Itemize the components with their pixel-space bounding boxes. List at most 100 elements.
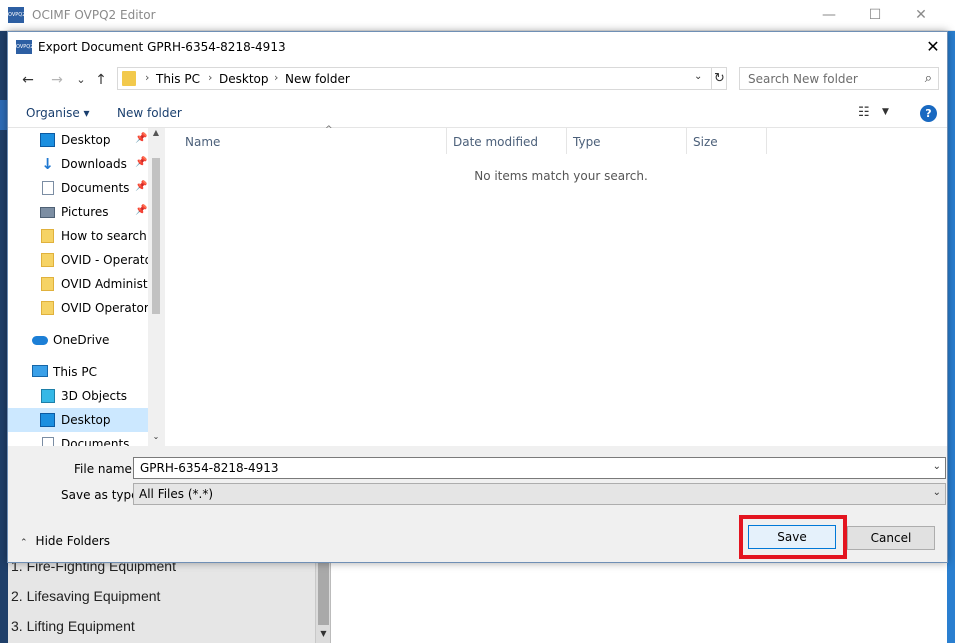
breadcrumb-new-folder[interactable]: New folder	[285, 72, 350, 86]
dialog-close-button[interactable]: ✕	[919, 32, 947, 62]
back-arrow-icon[interactable]: ←	[19, 71, 37, 89]
hide-folders-label: Hide Folders	[35, 534, 111, 548]
app-logo-icon: OVPQ2	[8, 7, 25, 23]
chapter-item[interactable]: 2. Lifesaving Equipment	[11, 588, 301, 604]
scrollbar-thumb[interactable]	[152, 158, 160, 314]
column-header-label: Size	[693, 135, 718, 149]
command-bar: Organise ▾ New folder ☷ ▼ ?	[8, 98, 947, 128]
file-list: Name ^ Date modified Type Size No items …	[165, 125, 947, 446]
breadcrumb-separator-icon: ›	[274, 71, 279, 84]
column-header-size[interactable]: Size	[687, 128, 767, 154]
refresh-icon[interactable]: ↻	[711, 68, 727, 89]
dialog-logo-icon: OVPQ2	[16, 40, 33, 54]
tree-item-documents[interactable]: Documents	[8, 432, 148, 446]
forward-arrow-icon[interactable]: →	[48, 71, 66, 89]
save-button[interactable]: Save	[748, 525, 836, 549]
export-dialog: OVPQ2 Export Document GPRH-6354-8218-491…	[7, 31, 948, 563]
app-right-edge	[947, 31, 955, 643]
navigation-bar: ← → ⌄ ↑ › This PC › Desktop › New folder…	[8, 62, 947, 98]
save-as-type-value: All Files (*.*)	[139, 487, 214, 501]
chevron-down-icon[interactable]: ⌄	[933, 487, 941, 498]
address-bar[interactable]: › This PC › Desktop › New folder ⌄ ↻	[117, 67, 727, 90]
minimize-button[interactable]: —	[806, 0, 852, 31]
file-name-combo[interactable]: ⌄	[133, 457, 946, 479]
tree-item-folder[interactable]: OVID - Operator	[8, 248, 148, 272]
scroll-up-arrow-icon[interactable]: ▲	[148, 128, 164, 142]
save-as-type-select[interactable]: All Files (*.*) ⌄	[133, 483, 946, 505]
help-icon[interactable]: ?	[920, 105, 937, 122]
tree-item-label: Desktop	[61, 413, 111, 427]
tree-item-desktop[interactable]: Desktop 📌	[8, 128, 148, 152]
column-header-date-modified[interactable]: Date modified	[447, 128, 567, 154]
tree-item-this-pc[interactable]: This PC	[8, 360, 148, 384]
organise-menu-button[interactable]: Organise ▾	[26, 106, 90, 120]
dialog-title-bar: OVPQ2 Export Document GPRH-6354-8218-491…	[8, 32, 947, 62]
tree-item-downloads[interactable]: ↓ Downloads 📌	[8, 152, 148, 176]
breadcrumb-this-pc[interactable]: This PC	[156, 72, 200, 86]
column-header-type[interactable]: Type	[567, 128, 687, 154]
tree-item-label: OneDrive	[53, 333, 110, 347]
navigation-pane-scrollbar[interactable]: ▲ ⌄	[148, 128, 164, 446]
up-arrow-icon[interactable]: ↑	[92, 71, 110, 89]
tree-item-label: OVID Operator -	[61, 301, 148, 315]
tree-item-desktop-selected[interactable]: Desktop	[8, 408, 148, 432]
this-pc-icon	[32, 365, 48, 377]
tree-item-label: OVID - Operator	[61, 253, 148, 267]
view-dropdown-icon[interactable]: ▼	[882, 107, 889, 117]
tree-item-folder[interactable]: OVID Administra	[8, 272, 148, 296]
onedrive-icon	[32, 336, 48, 345]
documents-icon	[42, 181, 54, 195]
maximize-button[interactable]: ☐	[852, 0, 898, 31]
tree-item-folder[interactable]: How to search fo	[8, 224, 148, 248]
column-header-name[interactable]: Name ^	[185, 125, 447, 154]
tree-item-pictures[interactable]: Pictures 📌	[8, 200, 148, 224]
scroll-down-arrow-icon[interactable]: ⌄	[148, 432, 164, 446]
empty-message: No items match your search.	[474, 169, 648, 183]
documents-icon	[42, 437, 54, 446]
navigation-pane: Desktop 📌 ↓ Downloads 📌 Documents 📌 Pict…	[8, 128, 164, 446]
folder-icon	[41, 277, 54, 291]
app-list-scrollbar[interactable]: ▼	[315, 563, 330, 643]
tree-item-folder[interactable]: OVID Operator -	[8, 296, 148, 320]
new-folder-button[interactable]: New folder	[117, 106, 182, 120]
pin-icon: 📌	[135, 181, 148, 192]
tree-item-label: How to search fo	[61, 229, 148, 243]
hide-folders-button[interactable]: ⌃ Hide Folders	[20, 534, 110, 548]
pin-icon: 📌	[135, 157, 148, 168]
app-close-button[interactable]: ✕	[898, 0, 944, 31]
search-box[interactable]: ⌕	[739, 67, 939, 90]
recent-locations-icon[interactable]: ⌄	[72, 71, 90, 89]
save-as-type-label: Save as type:	[61, 488, 143, 502]
desktop-icon	[40, 413, 55, 427]
pin-icon: 📌	[135, 133, 148, 144]
tree-item-documents[interactable]: Documents 📌	[8, 176, 148, 200]
column-header-label: Date modified	[453, 135, 539, 149]
tree-item-label: Downloads	[61, 157, 127, 171]
sort-ascending-icon: ^	[325, 125, 333, 135]
tree-item-label: Pictures	[61, 205, 109, 219]
tree-item-label: Documents	[61, 437, 130, 446]
view-options-icon[interactable]: ☷	[858, 105, 870, 120]
breadcrumb-desktop[interactable]: Desktop	[219, 72, 269, 86]
breadcrumb-separator-icon: ›	[145, 71, 150, 84]
search-input[interactable]	[740, 68, 915, 89]
search-icon[interactable]: ⌕	[925, 71, 932, 86]
pictures-icon	[40, 207, 55, 218]
cancel-button[interactable]: Cancel	[847, 526, 935, 550]
tree-item-label: This PC	[53, 365, 97, 379]
scroll-down-arrow-icon[interactable]: ▼	[316, 629, 331, 641]
chevron-down-icon[interactable]: ⌄	[694, 71, 702, 82]
chapter-item[interactable]: 3. Lifting Equipment	[11, 618, 301, 634]
tree-item-label: Desktop	[61, 133, 111, 147]
breadcrumb-separator-icon: ›	[208, 71, 213, 84]
tree-item-label: OVID Administra	[61, 277, 148, 291]
chevron-down-icon[interactable]: ⌄	[933, 461, 941, 472]
tree-item-3d-objects[interactable]: 3D Objects	[8, 384, 148, 408]
desktop-icon	[40, 133, 55, 147]
pin-icon: 📌	[135, 205, 148, 216]
file-name-input[interactable]	[134, 458, 924, 478]
dialog-title: Export Document GPRH-6354-8218-4913	[38, 40, 286, 54]
scrollbar-thumb[interactable]	[318, 563, 329, 625]
app-title: OCIMF OVPQ2 Editor	[32, 8, 156, 22]
tree-item-onedrive[interactable]: OneDrive	[8, 328, 148, 352]
